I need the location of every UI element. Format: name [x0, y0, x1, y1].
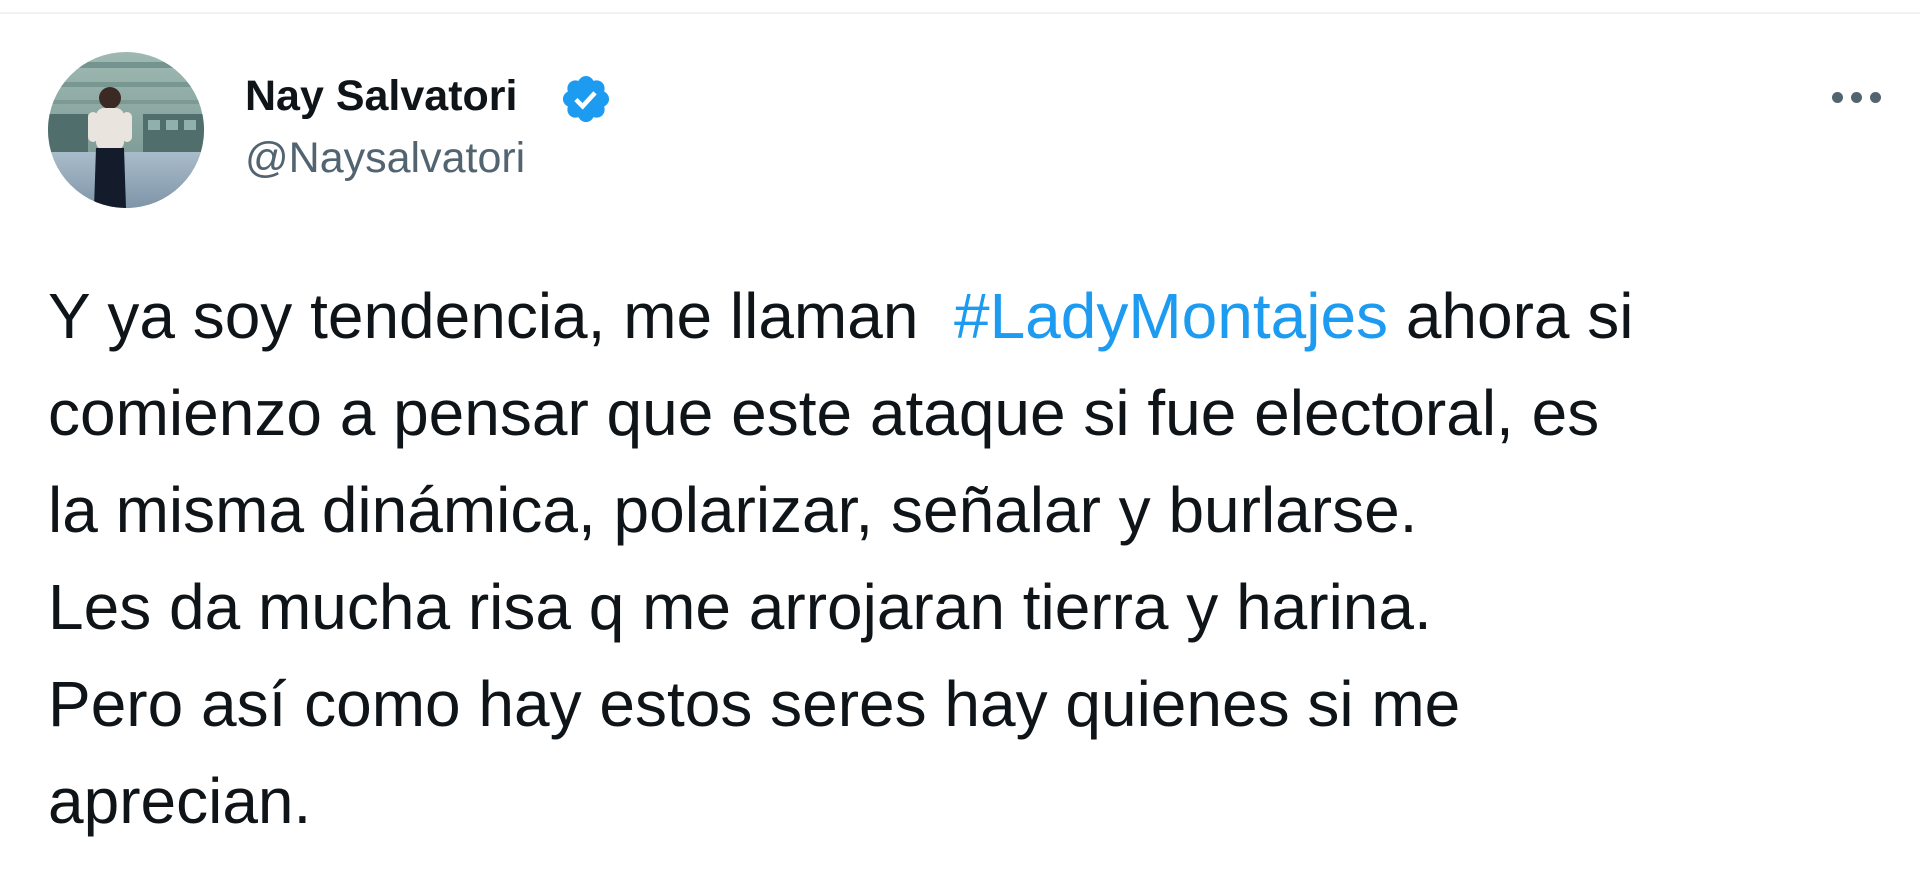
more-options-button[interactable] [1826, 74, 1886, 118]
tweet-line: comienzo a pensar que este ataque si fue… [48, 377, 1600, 449]
tweet-card: Nay Salvatori @Naysalvatori Y ya soy ten… [0, 0, 1920, 875]
tweet-line: la misma dinámica, polarizar, señalar y … [48, 474, 1418, 546]
tweet-text-segment: Y ya soy tendencia, me llaman [48, 280, 954, 352]
tweet-text-segment: ahora si [1388, 280, 1634, 352]
ellipsis-icon [1832, 92, 1843, 103]
verified-badge-icon [559, 72, 613, 126]
avatar[interactable] [48, 52, 204, 208]
tweet-text: Y ya soy tendencia, me llaman #LadyMonta… [48, 268, 1908, 850]
ellipsis-icon [1851, 92, 1862, 103]
ellipsis-icon [1870, 92, 1881, 103]
tweet-line: aprecian. [48, 765, 312, 837]
author-handle[interactable]: @Naysalvatori [245, 132, 525, 184]
author-name[interactable]: Nay Salvatori [245, 70, 517, 122]
profile-photo-icon [48, 52, 204, 208]
hashtag-link[interactable]: #LadyMontajes [954, 280, 1388, 352]
tweet-line: Les da mucha risa q me arrojaran tierra … [48, 571, 1432, 643]
tweet-line: Pero así como hay estos seres hay quiene… [48, 668, 1461, 740]
tweet-line: Y ya soy tendencia, me llaman #LadyMonta… [48, 268, 1908, 365]
